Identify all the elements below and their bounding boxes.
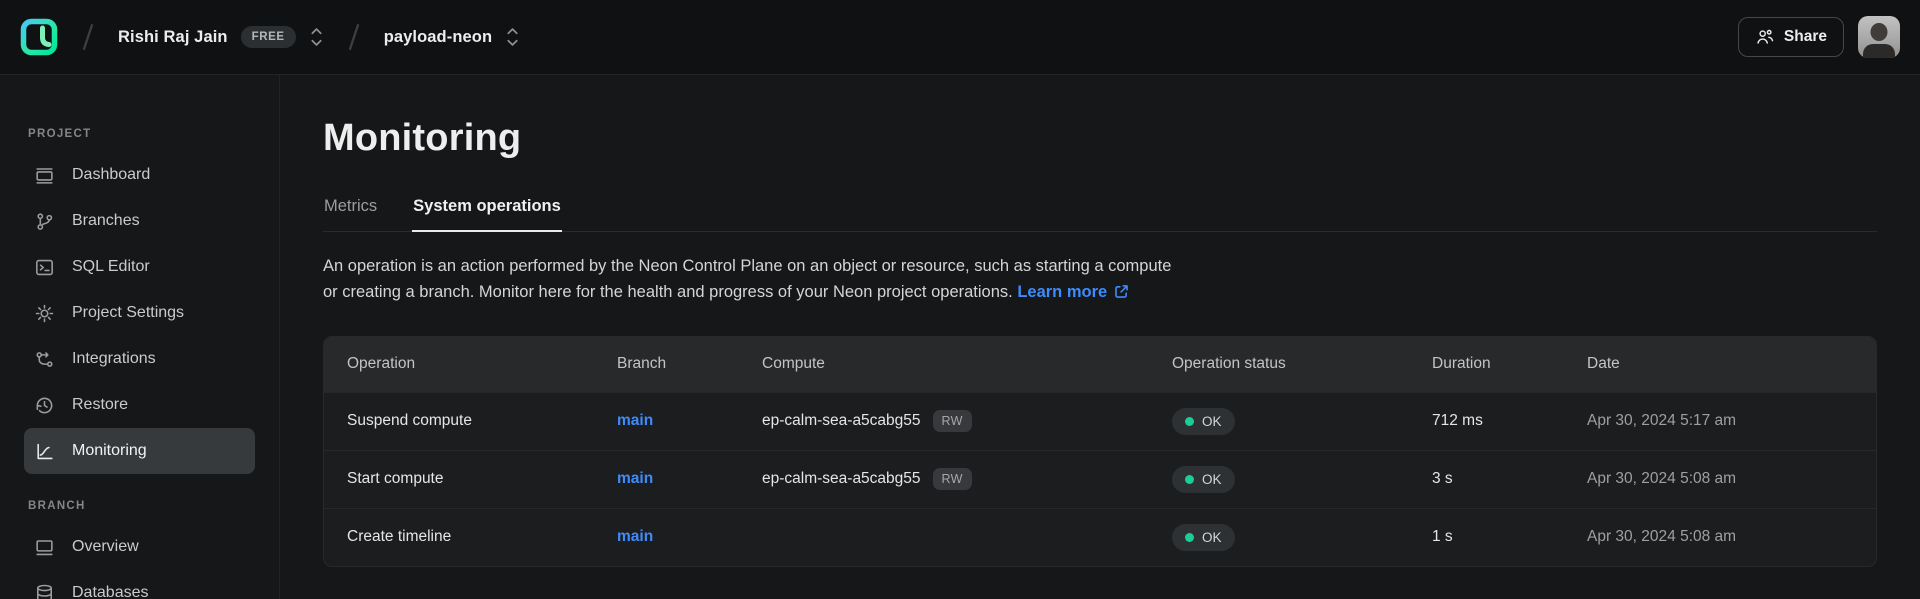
external-link-icon xyxy=(1113,283,1130,300)
sidebar-item-label: Project Settings xyxy=(72,304,184,322)
column-header-operation-status: Operation status xyxy=(1172,355,1432,373)
sidebar-item-label: SQL Editor xyxy=(72,258,150,276)
operations-description: An operation is an action performed by t… xyxy=(323,253,1877,305)
org-switcher-chevron-icon[interactable] xyxy=(309,24,324,50)
operation-duration: 3 s xyxy=(1432,470,1587,488)
column-header-date: Date xyxy=(1587,355,1876,373)
column-header-duration: Duration xyxy=(1432,355,1587,373)
sidebar-item-integrations[interactable]: Integrations xyxy=(24,336,255,382)
share-button-label: Share xyxy=(1784,28,1827,46)
tab-bar: Metrics System operations xyxy=(323,197,1877,232)
compute-endpoint: ep-calm-sea-a5cabg55 xyxy=(762,412,921,430)
status-ok-dot xyxy=(1185,533,1194,542)
description-line-1: An operation is an action performed by t… xyxy=(323,257,1171,275)
share-button[interactable]: Share xyxy=(1738,17,1844,57)
breadcrumb: Rishi Raj Jain FREE payload-neon xyxy=(20,18,520,56)
operation-duration: 1 s xyxy=(1432,528,1587,546)
description-line-2: or creating a branch. Monitor here for t… xyxy=(323,283,1013,301)
status-ok-dot xyxy=(1185,417,1194,426)
column-header-compute: Compute xyxy=(762,355,1172,373)
breadcrumb-separator xyxy=(71,20,105,54)
status-label: OK xyxy=(1202,530,1222,545)
project-name[interactable]: payload-neon xyxy=(384,28,492,47)
operations-table: Operation Branch Compute Operation statu… xyxy=(323,336,1877,567)
tab-metrics[interactable]: Metrics xyxy=(323,197,378,232)
git-branch-icon xyxy=(34,211,55,232)
status-ok-dot xyxy=(1185,475,1194,484)
database-icon xyxy=(34,583,55,599)
operation-name: Suspend compute xyxy=(347,412,617,430)
operation-name: Start compute xyxy=(347,470,617,488)
sidebar-section-branch: BRANCH xyxy=(24,500,255,512)
status-label: OK xyxy=(1202,472,1222,487)
branch-link[interactable]: main xyxy=(617,412,653,429)
sidebar-item-label: Dashboard xyxy=(72,166,150,184)
history-clock-icon xyxy=(34,395,55,416)
status-badge: OK xyxy=(1172,408,1235,435)
branch-link[interactable]: main xyxy=(617,528,653,545)
users-icon xyxy=(1755,27,1775,47)
operation-date: Apr 30, 2024 5:17 am xyxy=(1587,412,1876,430)
neon-logo-icon[interactable] xyxy=(20,18,58,56)
tab-system-operations[interactable]: System operations xyxy=(412,197,562,232)
column-header-branch: Branch xyxy=(617,355,762,373)
sidebar-item-sql-editor[interactable]: SQL Editor xyxy=(24,244,255,290)
operation-duration: 712 ms xyxy=(1432,412,1587,430)
operation-date: Apr 30, 2024 5:08 am xyxy=(1587,470,1876,488)
sidebar-item-label: Databases xyxy=(72,584,149,599)
chart-line-icon xyxy=(34,441,55,462)
operation-name: Create timeline xyxy=(347,528,617,546)
page-title: Monitoring xyxy=(323,117,1877,160)
learn-more-label: Learn more xyxy=(1017,279,1107,305)
compute-endpoint: ep-calm-sea-a5cabg55 xyxy=(762,470,921,488)
integrations-icon xyxy=(34,349,55,370)
status-badge: OK xyxy=(1172,466,1235,493)
sidebar-item-project-settings[interactable]: Project Settings xyxy=(24,290,255,336)
sidebar-item-label: Monitoring xyxy=(72,442,147,460)
column-header-operation: Operation xyxy=(347,355,617,373)
terminal-icon xyxy=(34,257,55,278)
breadcrumb-separator xyxy=(337,20,371,54)
sidebar-item-label: Overview xyxy=(72,538,139,556)
sidebar: PROJECT Dashboard Branches SQ xyxy=(0,75,280,599)
status-label: OK xyxy=(1202,414,1222,429)
sidebar-item-label: Integrations xyxy=(72,350,156,368)
table-row: Create timeline main OK 1 s Apr 30, 2024… xyxy=(324,508,1876,566)
window-icon xyxy=(34,537,55,558)
learn-more-link[interactable]: Learn more xyxy=(1017,279,1130,305)
sidebar-section-project: PROJECT xyxy=(24,128,255,140)
topbar-actions: Share xyxy=(1738,16,1900,58)
topbar: Rishi Raj Jain FREE payload-neon Share xyxy=(0,0,1920,75)
sidebar-item-overview[interactable]: Overview xyxy=(24,524,255,570)
table-header-row: Operation Branch Compute Operation statu… xyxy=(324,337,1876,392)
sidebar-item-monitoring[interactable]: Monitoring xyxy=(24,428,255,474)
sidebar-item-databases[interactable]: Databases xyxy=(24,570,255,599)
main-content: Monitoring Metrics System operations An … xyxy=(280,75,1920,599)
sidebar-item-branches[interactable]: Branches xyxy=(24,198,255,244)
project-switcher-chevron-icon[interactable] xyxy=(505,24,520,50)
branch-link[interactable]: main xyxy=(617,470,653,487)
operation-date: Apr 30, 2024 5:08 am xyxy=(1587,528,1876,546)
neon-console: Rishi Raj Jain FREE payload-neon Share xyxy=(0,0,1920,599)
table-row: Suspend compute main ep-calm-sea-a5cabg5… xyxy=(324,392,1876,450)
compute-rw-badge: RW xyxy=(933,410,972,432)
sidebar-item-label: Restore xyxy=(72,396,128,414)
plan-badge: FREE xyxy=(241,26,296,48)
sidebar-item-label: Branches xyxy=(72,212,140,230)
sidebar-item-dashboard[interactable]: Dashboard xyxy=(24,152,255,198)
org-name[interactable]: Rishi Raj Jain xyxy=(118,28,228,47)
table-row: Start compute main ep-calm-sea-a5cabg55 … xyxy=(324,450,1876,508)
gear-icon xyxy=(34,303,55,324)
sidebar-item-restore[interactable]: Restore xyxy=(24,382,255,428)
compute-rw-badge: RW xyxy=(933,468,972,490)
user-avatar[interactable] xyxy=(1858,16,1900,58)
status-badge: OK xyxy=(1172,524,1235,551)
dashboard-icon xyxy=(34,165,55,186)
